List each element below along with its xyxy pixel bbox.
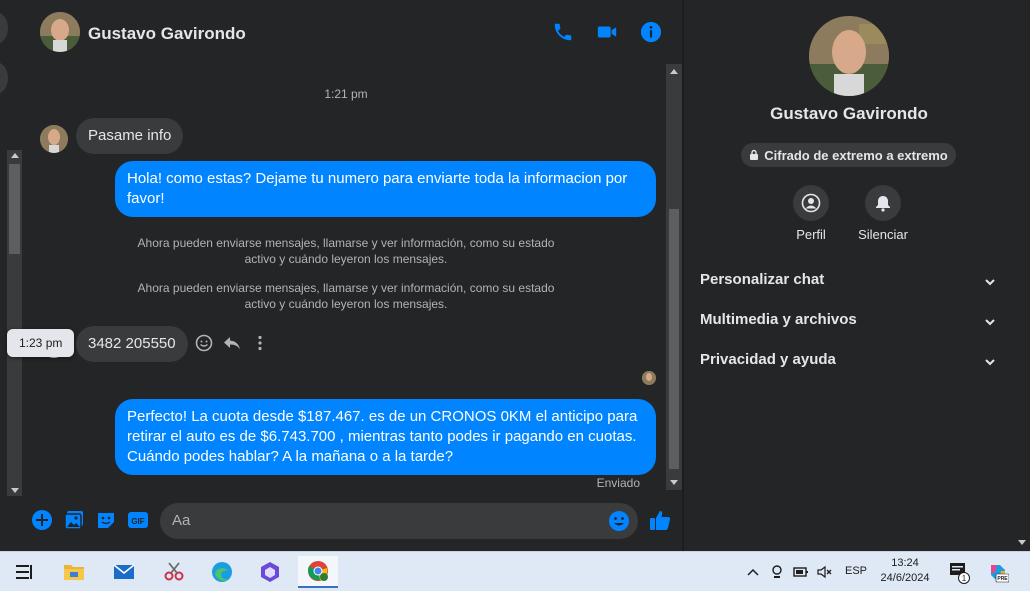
contact-avatar[interactable] — [40, 12, 80, 52]
taskbar: ESP 13:24 24/6/2024 1 PRE — [0, 551, 1030, 591]
scroll-up-arrow[interactable] — [670, 69, 678, 74]
outgoing-message[interactable]: Hola! como estas? Dejame tu numero para … — [115, 161, 656, 217]
profile-action-label: Perfil — [796, 227, 826, 242]
message-scrollbar[interactable] — [666, 64, 682, 490]
snipping-tool-icon[interactable] — [154, 556, 194, 588]
message-line: Hola! como estas? Dejame tu numero para … — [127, 170, 628, 187]
message-list: 1:21 pm Pasame info Hola! como estas? De… — [7, 64, 666, 494]
clock-date: 24/6/2024 — [880, 572, 930, 584]
seen-avatar — [642, 371, 656, 385]
lock-icon — [749, 148, 759, 163]
outgoing-message[interactable]: Perfecto! La cuota desde $187.467. es de… — [115, 399, 656, 475]
emoji-picker-icon[interactable] — [608, 510, 630, 537]
scroll-thumb[interactable] — [669, 209, 679, 469]
scroll-up-arrow[interactable] — [11, 153, 19, 158]
message-line: Cuándo podes hablar? A la mañana o a la … — [127, 448, 454, 465]
window-scrollbar[interactable] — [1014, 0, 1030, 551]
copilot-badge: PRE — [997, 576, 1008, 582]
composer: GIF Aa — [26, 494, 682, 551]
plus-icon[interactable] — [31, 509, 53, 531]
gif-icon[interactable]: GIF — [127, 509, 149, 531]
message-input-placeholder: Aa — [172, 512, 191, 529]
clock[interactable]: 13:24 24/6/2024 — [867, 556, 943, 586]
scroll-down-arrow[interactable] — [1018, 540, 1026, 545]
notifications-icon[interactable]: 1 — [948, 560, 972, 584]
more-icon[interactable] — [251, 334, 269, 352]
rail-button-second[interactable] — [0, 62, 8, 94]
file-explorer-icon[interactable] — [54, 556, 94, 588]
info-icon[interactable] — [640, 21, 662, 43]
section-personalizar-chat[interactable]: Personalizar chat — [700, 271, 998, 295]
contact-name[interactable]: Gustavo Gavirondo — [88, 24, 246, 44]
gif-label: GIF — [131, 517, 144, 526]
system-message: Ahora pueden enviarse mensajes, llamarse… — [126, 280, 566, 312]
profile-avatar[interactable] — [809, 16, 889, 96]
profile-action[interactable]: Perfil — [771, 185, 851, 242]
mute-action-label: Silenciar — [858, 227, 908, 242]
message-line: favor! — [127, 190, 165, 207]
chevron-up-icon[interactable] — [745, 564, 761, 580]
system-message-line: Ahora pueden enviarse mensajes, llamarse… — [137, 236, 555, 250]
volume-muted-icon[interactable] — [817, 564, 833, 580]
battery-icon[interactable] — [793, 564, 809, 580]
emoji-icon[interactable] — [195, 334, 213, 352]
rail-button-top[interactable] — [0, 12, 8, 44]
mute-action[interactable]: Silenciar — [843, 185, 923, 242]
section-label: Privacidad y ayuda — [700, 351, 836, 368]
section-multimedia[interactable]: Multimedia y archivos — [700, 311, 998, 335]
edge-icon[interactable] — [202, 556, 242, 588]
message-line: retirar el auto es de $6.743.700 , mient… — [127, 428, 637, 445]
encryption-label: Cifrado de extremo a extremo — [764, 147, 948, 163]
sender-avatar[interactable] — [40, 125, 68, 153]
chevron-down-icon[interactable] — [984, 355, 996, 372]
language-indicator[interactable]: ESP — [845, 565, 867, 577]
incoming-message[interactable]: Pasame info — [76, 118, 184, 154]
left-scrollbar[interactable] — [7, 150, 22, 496]
profile-icon[interactable] — [793, 185, 829, 221]
bell-icon[interactable] — [865, 185, 901, 221]
chevron-down-icon[interactable] — [984, 275, 996, 292]
copilot-icon[interactable]: PRE — [987, 561, 1010, 583]
image-icon[interactable] — [63, 509, 85, 531]
reply-icon[interactable] — [223, 334, 241, 352]
incoming-message[interactable]: 3482 205550 — [76, 326, 188, 362]
notification-count: 1 — [962, 574, 967, 583]
section-label: Multimedia y archivos — [700, 311, 857, 328]
system-message-line: activo y cuándo leyeron los mensajes. — [244, 252, 448, 266]
chevron-down-icon[interactable] — [984, 315, 996, 332]
like-icon[interactable] — [649, 509, 671, 531]
scroll-down-arrow[interactable] — [670, 480, 678, 485]
message-timestamp: 1:21 pm — [324, 87, 368, 101]
chat-panel: Gustavo Gavirondo 1:21 pm Pasame info Ho… — [7, 0, 682, 551]
webcam-tray-icon[interactable] — [769, 564, 785, 580]
encryption-badge[interactable]: Cifrado de extremo a extremo — [741, 143, 956, 167]
message-input[interactable]: Aa — [160, 503, 638, 539]
section-label: Personalizar chat — [700, 271, 825, 288]
chat-header: Gustavo Gavirondo — [26, 0, 682, 64]
system-message: Ahora pueden enviarse mensajes, llamarse… — [126, 235, 566, 267]
system-message-line: activo y cuándo leyeron los mensajes. — [244, 297, 448, 311]
phone-icon[interactable] — [552, 21, 574, 43]
chrome-icon[interactable] — [298, 556, 338, 588]
clock-time: 13:24 — [891, 557, 919, 569]
mail-icon[interactable] — [104, 556, 144, 588]
scroll-thumb[interactable] — [9, 164, 20, 254]
message-line: Perfecto! La cuota desde $187.467. es de… — [127, 408, 638, 425]
copilot-app-icon[interactable] — [250, 556, 290, 588]
time-tooltip: 1:23 pm — [7, 329, 75, 357]
profile-name: Gustavo Gavirondo — [770, 104, 928, 123]
sticker-icon[interactable] — [95, 509, 117, 531]
info-panel: Gustavo Gavirondo Cifrado de extremo a e… — [684, 0, 1014, 551]
section-privacidad[interactable]: Privacidad y ayuda — [700, 351, 998, 375]
video-icon[interactable] — [596, 21, 618, 43]
system-message-line: Ahora pueden enviarse mensajes, llamarse… — [137, 281, 555, 295]
sent-status: Enviado — [596, 476, 640, 490]
left-rail — [0, 0, 26, 551]
scroll-down-arrow[interactable] — [11, 488, 19, 493]
task-view-icon[interactable] — [4, 556, 44, 588]
